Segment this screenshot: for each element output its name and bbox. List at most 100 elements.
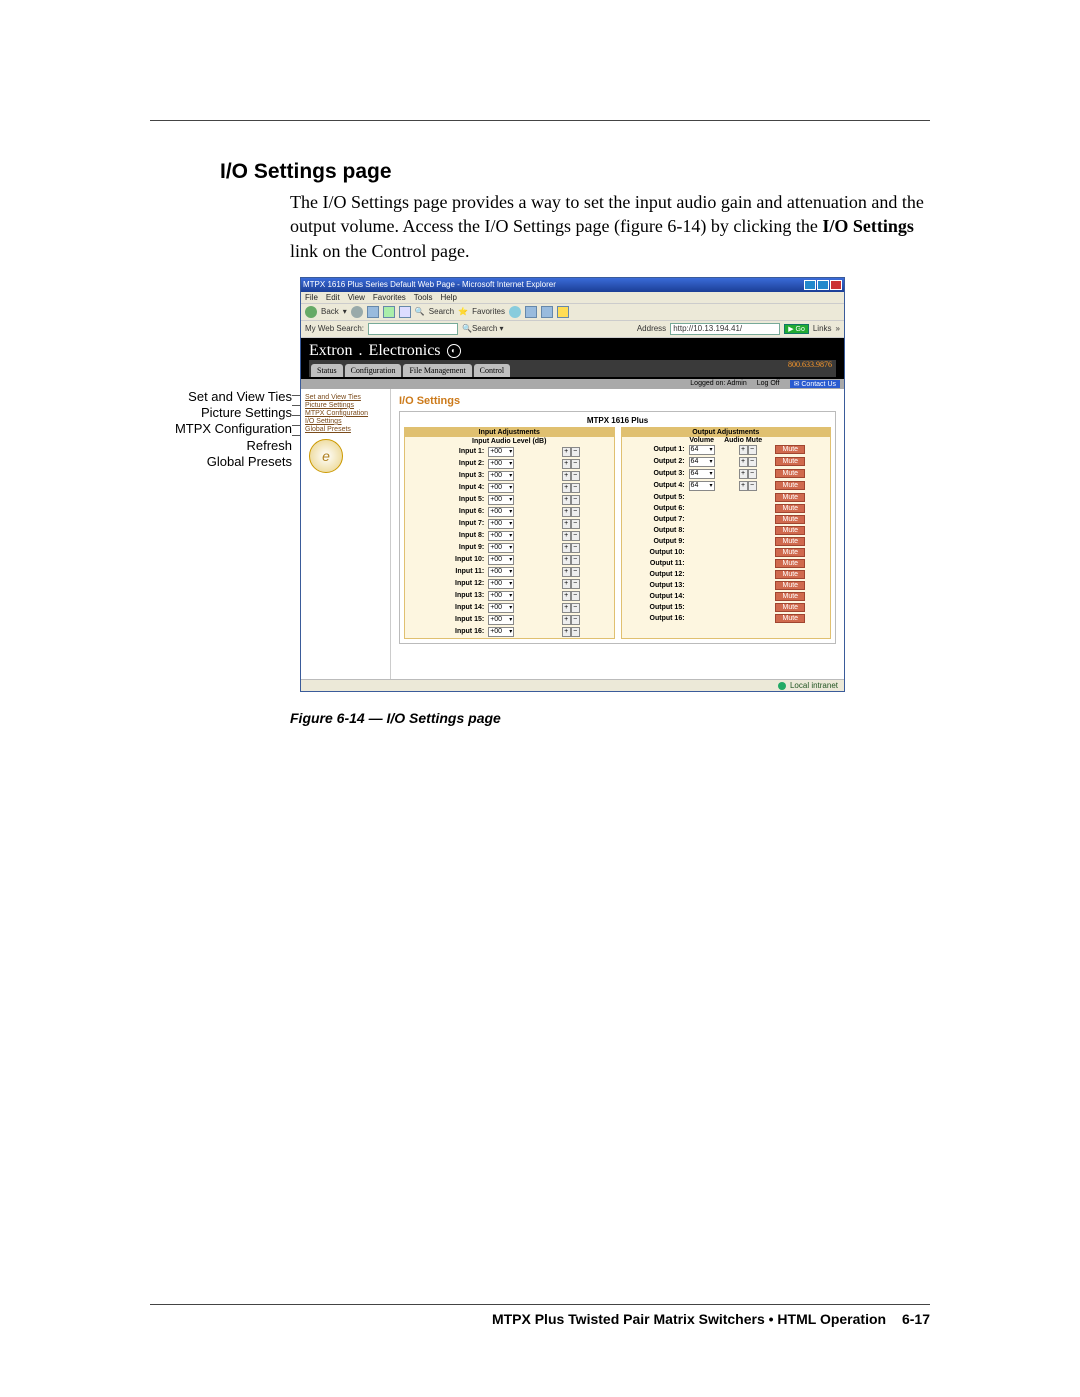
- mute-button[interactable]: Mute: [775, 481, 805, 490]
- input-level-down-button[interactable]: −: [571, 495, 580, 505]
- input-level-up-button[interactable]: +: [562, 555, 571, 565]
- input-level-up-button[interactable]: +: [562, 591, 571, 601]
- input-level-down-button[interactable]: −: [571, 459, 580, 469]
- output-volume-up-button[interactable]: +: [739, 469, 748, 479]
- mute-button[interactable]: Mute: [775, 537, 805, 546]
- menu-file[interactable]: File: [305, 293, 318, 302]
- log-off-link[interactable]: Log Off: [757, 380, 780, 388]
- print-icon[interactable]: [541, 306, 553, 318]
- input-level-down-button[interactable]: −: [571, 627, 580, 637]
- output-volume-down-button[interactable]: −: [748, 457, 757, 467]
- back-icon[interactable]: [305, 306, 317, 318]
- input-level-select[interactable]: +00▾: [488, 531, 514, 541]
- input-level-select[interactable]: +00▾: [488, 591, 514, 601]
- mute-button[interactable]: Mute: [775, 469, 805, 478]
- menu-edit[interactable]: Edit: [326, 293, 340, 302]
- input-level-down-button[interactable]: −: [571, 507, 580, 517]
- input-level-select[interactable]: +00▾: [488, 519, 514, 529]
- output-volume-select[interactable]: 64▾: [689, 481, 715, 491]
- input-level-select[interactable]: +00▾: [488, 627, 514, 637]
- output-volume-select[interactable]: 64▾: [689, 469, 715, 479]
- tab-control[interactable]: Control: [474, 364, 510, 377]
- input-level-select[interactable]: +00▾: [488, 483, 514, 493]
- close-icon[interactable]: [830, 280, 842, 290]
- back-button[interactable]: Back: [321, 307, 339, 316]
- menu-help[interactable]: Help: [440, 293, 456, 302]
- sidebar-item-global-presets[interactable]: Global Presets: [305, 426, 386, 433]
- mute-button[interactable]: Mute: [775, 581, 805, 590]
- output-volume-down-button[interactable]: −: [748, 445, 757, 455]
- input-level-down-button[interactable]: −: [571, 567, 580, 577]
- sidebar-item-picture-settings[interactable]: Picture Settings: [305, 402, 386, 409]
- input-level-up-button[interactable]: +: [562, 519, 571, 529]
- input-level-select[interactable]: +00▾: [488, 603, 514, 613]
- input-level-up-button[interactable]: +: [562, 579, 571, 589]
- input-level-select[interactable]: +00▾: [488, 543, 514, 553]
- sidebar-item-set-view-ties[interactable]: Set and View Ties: [305, 394, 386, 401]
- input-level-select[interactable]: +00▾: [488, 447, 514, 457]
- sidebar-item-mtpx-config[interactable]: MTPX Configuration: [305, 410, 386, 417]
- input-level-up-button[interactable]: +: [562, 495, 571, 505]
- input-level-select[interactable]: +00▾: [488, 567, 514, 577]
- input-level-select[interactable]: +00▾: [488, 495, 514, 505]
- input-level-down-button[interactable]: −: [571, 555, 580, 565]
- input-level-up-button[interactable]: +: [562, 615, 571, 625]
- input-level-down-button[interactable]: −: [571, 483, 580, 493]
- go-button[interactable]: ▶ Go: [784, 324, 809, 334]
- stop-icon[interactable]: [367, 306, 379, 318]
- input-level-select[interactable]: +00▾: [488, 471, 514, 481]
- output-volume-down-button[interactable]: −: [748, 469, 757, 479]
- input-level-select[interactable]: +00▾: [488, 615, 514, 625]
- favorites-star-icon[interactable]: ⭐: [458, 307, 468, 316]
- contact-us-link[interactable]: ✉ Contact Us: [790, 380, 840, 388]
- myweb-input[interactable]: [368, 323, 458, 335]
- mute-button[interactable]: Mute: [775, 526, 805, 535]
- maximize-icon[interactable]: [817, 280, 829, 290]
- input-level-up-button[interactable]: +: [562, 507, 571, 517]
- input-level-select[interactable]: +00▾: [488, 459, 514, 469]
- input-level-up-button[interactable]: +: [562, 567, 571, 577]
- output-volume-select[interactable]: 64▾: [689, 445, 715, 455]
- mute-button[interactable]: Mute: [775, 603, 805, 612]
- input-level-down-button[interactable]: −: [571, 519, 580, 529]
- tab-status[interactable]: Status: [311, 364, 343, 377]
- input-level-down-button[interactable]: −: [571, 543, 580, 553]
- search-icon[interactable]: 🔍: [415, 307, 425, 316]
- forward-icon[interactable]: [351, 306, 363, 318]
- input-level-up-button[interactable]: +: [562, 603, 571, 613]
- input-level-select[interactable]: +00▾: [488, 507, 514, 517]
- minimize-icon[interactable]: [804, 280, 816, 290]
- sidebar-item-io-settings[interactable]: I/O Settings: [305, 418, 386, 425]
- input-level-down-button[interactable]: −: [571, 603, 580, 613]
- links-label[interactable]: Links: [813, 324, 832, 333]
- input-level-up-button[interactable]: +: [562, 627, 571, 637]
- myweb-search-icon[interactable]: 🔍Search ▾: [462, 324, 504, 333]
- refresh-icon[interactable]: [383, 306, 395, 318]
- mute-button[interactable]: Mute: [775, 548, 805, 557]
- input-level-up-button[interactable]: +: [562, 543, 571, 553]
- mail-icon[interactable]: [525, 306, 537, 318]
- input-level-up-button[interactable]: +: [562, 483, 571, 493]
- menu-tools[interactable]: Tools: [414, 293, 433, 302]
- mute-button[interactable]: Mute: [775, 457, 805, 466]
- input-level-up-button[interactable]: +: [562, 531, 571, 541]
- mute-button[interactable]: Mute: [775, 614, 805, 623]
- input-level-select[interactable]: +00▾: [488, 555, 514, 565]
- mute-button[interactable]: Mute: [775, 592, 805, 601]
- mute-button[interactable]: Mute: [775, 515, 805, 524]
- mute-button[interactable]: Mute: [775, 570, 805, 579]
- home-icon[interactable]: [399, 306, 411, 318]
- edit-icon[interactable]: [557, 306, 569, 318]
- menu-view[interactable]: View: [348, 293, 365, 302]
- input-level-down-button[interactable]: −: [571, 471, 580, 481]
- mute-button[interactable]: Mute: [775, 445, 805, 454]
- output-volume-up-button[interactable]: +: [739, 481, 748, 491]
- menu-favorites[interactable]: Favorites: [373, 293, 406, 302]
- mute-button[interactable]: Mute: [775, 504, 805, 513]
- input-level-down-button[interactable]: −: [571, 615, 580, 625]
- input-level-down-button[interactable]: −: [571, 579, 580, 589]
- mute-button[interactable]: Mute: [775, 559, 805, 568]
- input-level-down-button[interactable]: −: [571, 531, 580, 541]
- input-level-up-button[interactable]: +: [562, 447, 571, 457]
- address-input[interactable]: http://10.13.194.41/: [670, 323, 780, 335]
